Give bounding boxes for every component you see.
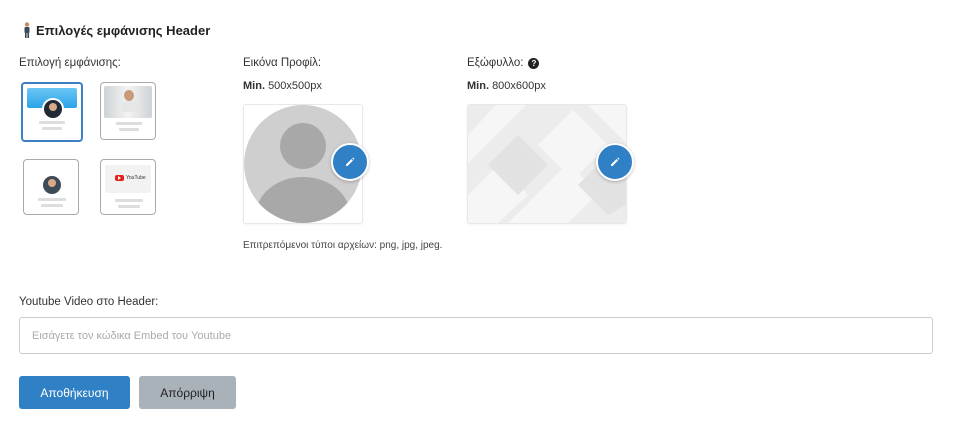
youtube-embed-input[interactable] (19, 317, 933, 354)
youtube-video-label: Youtube Video στο Header: (19, 296, 159, 308)
pencil-icon (611, 157, 620, 166)
avatar (42, 98, 64, 120)
avatar (43, 176, 61, 194)
display-option-youtube[interactable]: YouTube (100, 159, 156, 215)
section-title: Επιλογές εμφάνισης Header (22, 22, 210, 38)
display-option-label: Επιλογή εμφάνισης: (19, 57, 121, 69)
person-icon (24, 22, 30, 38)
cancel-button[interactable]: Απόρριψη (139, 376, 236, 409)
display-option-full-photo[interactable] (100, 82, 156, 140)
pencil-icon (346, 157, 355, 166)
avatar (121, 90, 137, 112)
profile-image-label: Εικόνα Προφίλ: (243, 57, 322, 69)
edit-cover-image-button[interactable] (596, 143, 634, 181)
section-title-text: Επιλογές εμφάνισης Header (36, 22, 211, 38)
help-icon[interactable]: ? (528, 57, 540, 69)
display-option-avatar-only[interactable] (23, 159, 79, 215)
cover-min-size: Min. 800x600px (467, 80, 546, 92)
edit-profile-image-button[interactable] (331, 143, 369, 181)
display-option-cover-avatar[interactable] (21, 82, 83, 142)
youtube-logo-icon: YouTube (115, 175, 146, 181)
cover-image-label: Εξώφυλλο: ? (467, 57, 540, 69)
profile-min-size: Min. 500x500px (243, 80, 322, 92)
allowed-file-types-note: Επιτρεπόμενοι τύποι αρχείων: png, jpg, j… (243, 240, 443, 251)
save-button[interactable]: Αποθήκευση (19, 376, 130, 409)
